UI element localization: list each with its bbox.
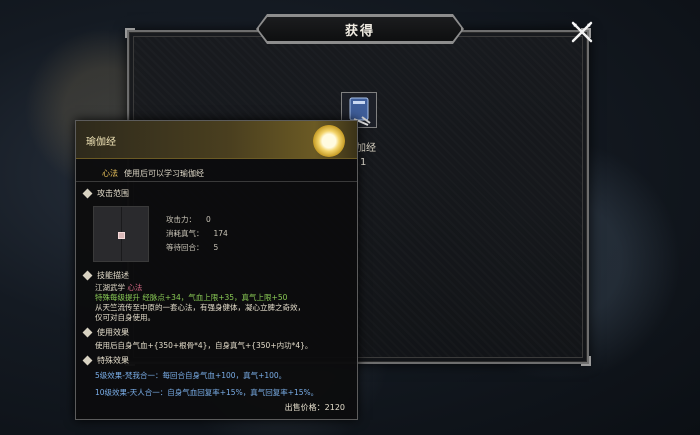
window-title: 获得 — [344, 23, 375, 39]
use-effect-text: 使用后自身气血+{350+根骨*4}，自身真气+{350+内功*4}。 — [95, 341, 313, 350]
skill-desc-line1: 从天竺流传至中原的一套心法，有强身健体，凝心立脾之奇效， — [95, 303, 305, 312]
item-name-label: 加经 — [356, 143, 376, 154]
tooltip-item-name: 瑜伽经 — [86, 137, 116, 148]
section-title: 技能描述 — [97, 271, 129, 280]
special-effect-lv5: 5级效果-梵我合一：每回合自身气血+100，真气+100。 — [95, 371, 287, 380]
diamond-icon — [82, 327, 93, 338]
diamond-icon — [82, 188, 93, 199]
stat-attack: 攻击力： 0 — [166, 215, 211, 224]
sell-price: 出售价格：2120 — [284, 403, 345, 412]
tooltip-type: 心法 使用后可以学习瑜伽经 — [102, 168, 204, 179]
range-center-cell — [118, 232, 125, 239]
stat-wait-turns: 等待回合： 5 — [166, 243, 219, 252]
section-attack-range: 攻击范围 — [82, 188, 129, 199]
special-effect-lv10: 10级效果-天人合一：自身气血回复率+15%，真气回复率+15%。 — [95, 388, 319, 397]
glowing-lotus-icon — [313, 125, 345, 157]
frame-corner — [581, 356, 591, 366]
close-button[interactable] — [568, 18, 596, 46]
frame-corner — [125, 28, 135, 38]
crossed-swords-close-icon — [571, 21, 593, 43]
skill-school: 江湖武学 心法 — [95, 283, 143, 292]
skill-bonus: 特殊每级提升 经脉点+34，气血上限+35，真气上限+50 — [95, 293, 288, 302]
item-tooltip: 瑜伽经 心法 使用后可以学习瑜伽经 攻击范围 攻击力： 0 消耗真气： 174 等待回… — [75, 120, 358, 420]
type-tag: 心法 — [102, 169, 118, 178]
attack-range-grid — [93, 206, 149, 262]
section-use-effect: 使用效果 — [82, 327, 129, 338]
diamond-icon — [82, 355, 93, 366]
skill-desc-line2: 仅可对自身使用。 — [95, 313, 155, 322]
type-desc: 使用后可以学习瑜伽经 — [124, 169, 204, 178]
section-title: 特殊效果 — [97, 356, 129, 365]
tooltip-header: 瑜伽经 — [76, 121, 357, 159]
stat-energy-cost: 消耗真气： 174 — [166, 229, 228, 238]
diamond-icon — [82, 270, 93, 281]
divider — [76, 181, 357, 182]
section-skill-desc: 技能描述 — [82, 270, 129, 281]
section-title: 攻击范围 — [97, 189, 129, 198]
section-title: 使用效果 — [97, 328, 129, 337]
title-banner: 获得 — [258, 16, 462, 42]
item-count: 1 — [360, 157, 367, 168]
section-special-effect: 特殊效果 — [82, 355, 129, 366]
